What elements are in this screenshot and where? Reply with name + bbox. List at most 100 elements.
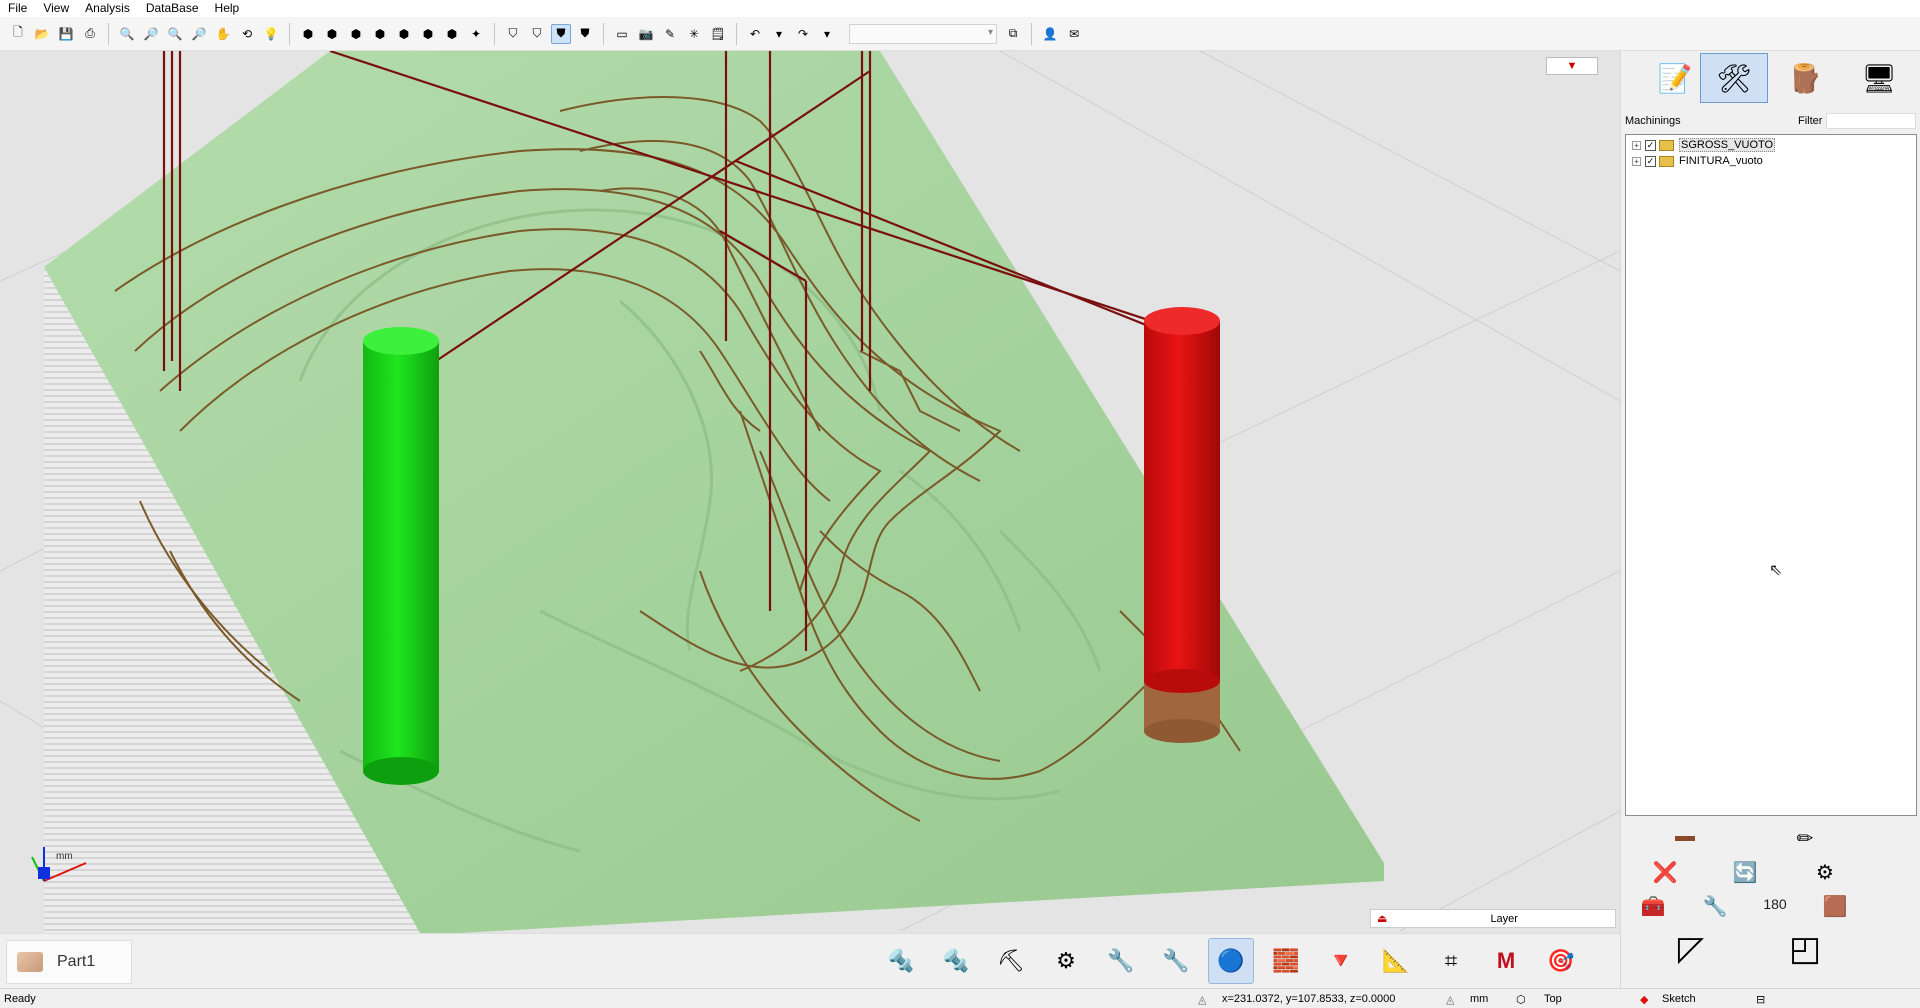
new-file-icon[interactable]: 🗋 (8, 24, 28, 44)
settings-gear-icon[interactable]: ⚙ (1807, 857, 1843, 887)
ruler-icon[interactable]: ⊟ (1756, 993, 1765, 1006)
zoom-window-icon[interactable]: 🔍 (117, 24, 137, 44)
menu-help[interactable]: Help (207, 0, 248, 17)
menu-analysis[interactable]: Analysis (77, 0, 138, 17)
print-icon[interactable]: ⎙ (80, 24, 100, 44)
toolbar-separator (289, 22, 290, 45)
panel-view-icon[interactable]: ◰ (1781, 927, 1829, 971)
command-combo[interactable]: ▾ (849, 23, 997, 44)
rotate-180-button[interactable]: 180 (1757, 889, 1793, 919)
pan-hand-icon[interactable]: ✋ (213, 24, 233, 44)
corner-panel-icon[interactable]: ◸ (1667, 927, 1715, 971)
minus-icon[interactable] (1667, 823, 1703, 853)
part-tab-label: Part1 (57, 953, 96, 970)
tab-panel-icon[interactable]: 🪵 (1771, 53, 1839, 103)
drilling-op-icon[interactable]: 🔩 (878, 938, 924, 984)
cut-op-icon[interactable]: 🧱 (1263, 938, 1309, 984)
tab-drawing-icon[interactable]: 📝 (1641, 53, 1709, 103)
expand-icon[interactable]: + (1632, 156, 1641, 166)
view-right-icon[interactable]: ⬢ (394, 24, 414, 44)
machinings-tree[interactable]: + ✓ SGROSS_VUOTO + ✓ FINITURA_vuoto (1625, 134, 1917, 816)
tab-machinings-icon[interactable]: 🛠 (1700, 53, 1768, 103)
shaded-icon[interactable]: ⛊ (551, 23, 571, 44)
tree-item-checkbox[interactable]: ✓ (1645, 155, 1656, 167)
m-code-op-icon[interactable]: M (1483, 938, 1529, 984)
simulation-op-icon[interactable]: 🎯 (1538, 938, 1584, 984)
tree-item[interactable]: + ✓ SGROSS_VUOTO (1628, 137, 1914, 153)
camera-icon[interactable]: 📷 (636, 24, 656, 44)
notes-icon[interactable]: 🗒 (708, 24, 728, 44)
view-options-dropdown[interactable]: ▼ (1546, 57, 1598, 75)
status-units: mm (1470, 993, 1489, 1005)
pocket-op-icon[interactable]: ⛏ (988, 938, 1034, 984)
contour-op-icon[interactable]: ⚙ (1043, 938, 1089, 984)
zoom-in-icon[interactable]: 🔎 (141, 24, 161, 44)
refresh-icon[interactable]: 🔄 (1727, 857, 1763, 887)
menu-database[interactable]: DataBase (138, 0, 207, 17)
right-panel: 📝 🛠 🪵 🖥 Machinings Filter + ✓ SGROSS_VUO… (1620, 51, 1920, 988)
undo-dropdown-icon[interactable]: ▾ (769, 24, 789, 44)
main-toolbar: 🗋 📂 💾 ⎙ 🔍 🔎 🔍 🔎 ✋ ⟲ 💡 ⬢ ⬢ ⬢ ⬢ ⬢ ⬢ ⬢ ✦ ⛉ … (0, 17, 1920, 51)
snap-icon[interactable]: ✳ (684, 24, 704, 44)
menu-file[interactable]: File (0, 0, 35, 17)
tree-item-checkbox[interactable]: ✓ (1645, 139, 1656, 151)
save-icon[interactable]: 💾 (56, 24, 76, 44)
sketch-tool-icon[interactable]: ✎ (660, 24, 680, 44)
view-iso-icon[interactable]: ⬢ (298, 24, 318, 44)
expand-icon[interactable]: + (1632, 140, 1641, 150)
3d-viewport[interactable]: mm ▼ ⏏ Layer (0, 51, 1620, 933)
view-axes-icon[interactable]: ✦ (466, 24, 486, 44)
scene-canvas (0, 51, 1620, 933)
filter-label: Filter (1798, 115, 1823, 127)
coords-icon: ◬ (1198, 994, 1207, 1006)
shaded-edges-icon[interactable]: ⛊ (575, 24, 595, 44)
blade-op-icon[interactable]: 📐 (1373, 938, 1419, 984)
tool-settings-icon[interactable]: 🔧 (1697, 891, 1733, 921)
units-icon: ◬ (1446, 994, 1455, 1006)
redo-icon[interactable]: ↷ (793, 24, 813, 44)
zoom-all-icon[interactable]: 🔎 (189, 24, 209, 44)
view-top-icon[interactable]: ⬢ (418, 24, 438, 44)
multi-drilling-op-icon[interactable]: 🔩 (933, 938, 979, 984)
view-left-icon[interactable]: ⬢ (370, 24, 390, 44)
redo-dropdown-icon[interactable]: ▾ (817, 24, 837, 44)
hidden-line-icon[interactable]: ⛉ (527, 24, 547, 44)
layer-bar[interactable]: ⏏ Layer (1370, 909, 1616, 928)
view-bottom-icon[interactable]: ⬢ (442, 24, 462, 44)
delete-machining-icon[interactable]: ❌ (1647, 857, 1683, 887)
layer-label: Layer (1490, 912, 1518, 925)
wireframe-icon[interactable]: ⛉ (503, 24, 523, 44)
engraving-op-icon[interactable]: 🔧 (1153, 938, 1199, 984)
tree-item[interactable]: + ✓ FINITURA_vuoto (1628, 153, 1914, 169)
folder-icon (1659, 155, 1674, 167)
menu-view[interactable]: View (35, 0, 77, 17)
toolbar-separator (603, 22, 604, 45)
surface-op-icon[interactable]: 🔵 (1208, 938, 1254, 984)
caret-down-icon: ▼ (1566, 60, 1578, 72)
measure-icon[interactable]: ▭ (612, 24, 632, 44)
milling-op-icon[interactable]: 🔧 (1098, 938, 1144, 984)
light-bulb-icon[interactable]: 💡 (261, 24, 281, 44)
eject-icon[interactable]: ⏏ (1371, 912, 1393, 925)
edit-panel-icon[interactable]: ✏ (1787, 823, 1823, 853)
undo-icon[interactable]: ↶ (745, 24, 765, 44)
copy-icon[interactable]: ⧉ (1003, 24, 1023, 44)
tool-icon[interactable]: 🧰 (1635, 891, 1671, 921)
toolbar-separator (494, 22, 495, 45)
rotate-view-icon[interactable]: ⟲ (237, 24, 257, 44)
mail-icon[interactable]: ✉ (1064, 24, 1084, 44)
saw-op-icon[interactable]: 🔻 (1318, 938, 1364, 984)
tab-machine-icon[interactable]: 🖥 (1845, 53, 1913, 103)
part-icon (17, 952, 43, 972)
mouse-pointer-icon: ⇖ (1769, 562, 1783, 579)
view-back-icon[interactable]: ⬢ (346, 24, 366, 44)
macro-op-icon[interactable]: ⌗ (1428, 938, 1474, 984)
part-tab[interactable]: Part1 (6, 940, 132, 984)
remove-part-icon[interactable]: 🟫 (1817, 891, 1853, 921)
user-icon[interactable]: 👤 (1040, 24, 1060, 44)
zoom-out-icon[interactable]: 🔍 (165, 24, 185, 44)
filter-input[interactable] (1826, 113, 1916, 129)
view-front-icon[interactable]: ⬢ (322, 24, 342, 44)
panel-tabs: 📝 🛠 🪵 🖥 (1621, 51, 1920, 107)
open-file-icon[interactable]: 📂 (32, 24, 52, 44)
